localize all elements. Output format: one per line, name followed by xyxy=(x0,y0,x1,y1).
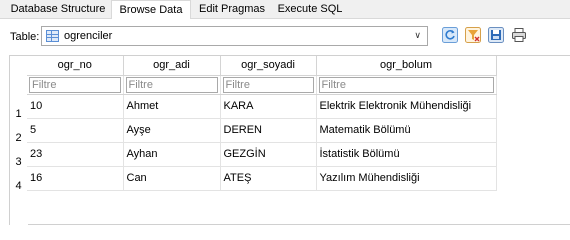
cell-ogr-adi[interactable]: Can xyxy=(123,166,221,191)
browse-toolbar: Table: ogrenciler ∨ xyxy=(0,19,570,55)
cell-ogr-bolum[interactable]: Matematik Bölümü xyxy=(316,118,497,143)
column-header-ogr-no[interactable]: ogr_no xyxy=(27,56,124,76)
cell-ogr-adi[interactable]: Ayhan xyxy=(123,142,221,167)
data-grid: 1 2 3 4 ogr_no ogr_adi ogr_soyadi ogr_bo… xyxy=(9,55,570,226)
table-row[interactable]: 16 Can ATEŞ Yazılım Mühendisliği xyxy=(27,166,497,191)
data-table: ogr_no ogr_adi ogr_soyadi ogr_bolum 10 A… xyxy=(27,56,497,191)
filter-cell xyxy=(123,75,221,95)
column-header-ogr-adi[interactable]: ogr_adi xyxy=(123,56,221,76)
print-button[interactable] xyxy=(511,27,527,43)
filter-input-ogr-bolum[interactable] xyxy=(318,76,494,93)
table-select[interactable]: ogrenciler ∨ xyxy=(41,26,428,46)
selected-table-name: ogrenciler xyxy=(64,30,113,42)
refresh-button[interactable] xyxy=(442,27,458,43)
filter-input-ogr-adi[interactable] xyxy=(125,76,218,93)
filter-cell xyxy=(220,75,317,95)
tab-database-structure[interactable]: Database Structure xyxy=(6,0,110,19)
tab-execute-sql[interactable]: Execute SQL xyxy=(275,0,345,19)
cell-ogr-no[interactable]: 23 xyxy=(27,142,124,167)
row-number[interactable]: 3 xyxy=(10,156,27,168)
cell-ogr-soyadi[interactable]: KARA xyxy=(220,94,317,119)
tab-edit-pragmas[interactable]: Edit Pragmas xyxy=(194,0,270,19)
print-icon xyxy=(512,28,526,42)
row-number[interactable]: 4 xyxy=(10,180,27,192)
clear-filters-button[interactable] xyxy=(465,27,481,43)
cell-ogr-no[interactable]: 5 xyxy=(27,118,124,143)
filter-input-ogr-soyadi[interactable] xyxy=(222,76,314,93)
clear-filters-icon xyxy=(465,27,481,43)
tab-bar: Database Structure Browse Data Edit Prag… xyxy=(0,0,570,20)
tab-browse-data[interactable]: Browse Data xyxy=(111,0,191,20)
filter-input-ogr-no[interactable] xyxy=(29,76,121,93)
table-label: Table: xyxy=(10,31,40,43)
chevron-down-icon: ∨ xyxy=(414,30,421,40)
cell-ogr-no[interactable]: 10 xyxy=(27,94,124,119)
cell-ogr-bolum[interactable]: Elektrik Elektronik Mühendisliği xyxy=(316,94,497,119)
table-row[interactable]: 23 Ayhan GEZGİN İstatistik Bölümü xyxy=(27,142,497,167)
cell-ogr-soyadi[interactable]: GEZGİN xyxy=(220,142,317,167)
filter-cell xyxy=(316,75,497,95)
column-header-ogr-bolum[interactable]: ogr_bolum xyxy=(316,56,497,76)
cell-ogr-adi[interactable]: Ayşe xyxy=(123,118,221,143)
row-number[interactable]: 1 xyxy=(10,108,27,120)
cell-ogr-soyadi[interactable]: ATEŞ xyxy=(220,166,317,191)
save-table-icon xyxy=(488,27,504,43)
column-header-ogr-soyadi[interactable]: ogr_soyadi xyxy=(220,56,317,76)
cell-ogr-soyadi[interactable]: DEREN xyxy=(220,118,317,143)
row-header-column: 1 2 3 4 xyxy=(10,56,28,226)
filter-cell xyxy=(27,75,124,95)
refresh-icon xyxy=(442,27,458,43)
cell-ogr-bolum[interactable]: İstatistik Bölümü xyxy=(316,142,497,167)
row-number[interactable]: 2 xyxy=(10,132,27,144)
cell-ogr-no[interactable]: 16 xyxy=(27,166,124,191)
table-row[interactable]: 5 Ayşe DEREN Matematik Bölümü xyxy=(27,118,497,143)
cell-ogr-adi[interactable]: Ahmet xyxy=(123,94,221,119)
table-row[interactable]: 10 Ahmet KARA Elektrik Elektronik Mühend… xyxy=(27,94,497,119)
save-table-button[interactable] xyxy=(488,27,504,43)
table-icon xyxy=(46,30,59,42)
cell-ogr-bolum[interactable]: Yazılım Mühendisliği xyxy=(316,166,497,191)
